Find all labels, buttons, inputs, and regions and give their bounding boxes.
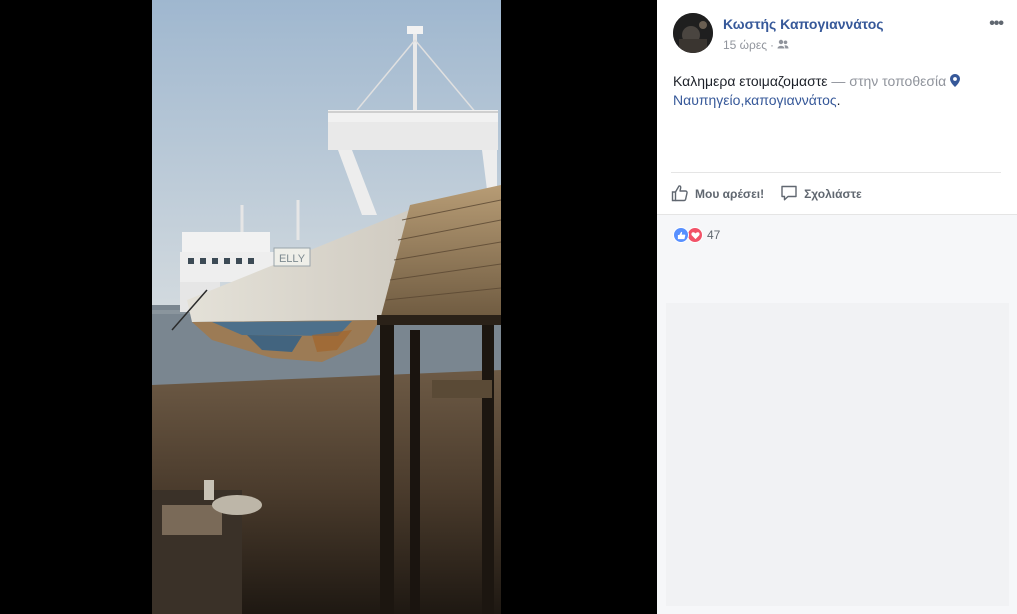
reactions-summary[interactable]: 47 bbox=[673, 227, 720, 243]
comment-button[interactable]: Σχολιάστε bbox=[780, 184, 862, 205]
comment-label: Σχολιάστε bbox=[804, 187, 862, 201]
hull-name-text: ELLY bbox=[279, 253, 306, 265]
avatar[interactable] bbox=[673, 13, 713, 53]
location-suffix: . bbox=[836, 92, 841, 108]
like-reaction-icon bbox=[673, 227, 689, 243]
map-pin-icon bbox=[950, 73, 961, 89]
avatar-image bbox=[673, 13, 713, 53]
more-options-icon[interactable]: ••• bbox=[989, 15, 1004, 33]
meta-separator: · bbox=[770, 38, 775, 52]
reaction-count: 47 bbox=[707, 228, 721, 242]
post-photo[interactable]: ELLY bbox=[152, 0, 501, 614]
ship-photo-illustration: ELLY bbox=[152, 0, 501, 614]
like-label: Μου αρέσει! bbox=[695, 187, 765, 201]
thumbs-up-icon bbox=[671, 184, 689, 205]
comments-area bbox=[666, 303, 1009, 606]
love-reaction-icon bbox=[687, 227, 703, 243]
location-link[interactable]: Ναυπηγείο,καπογιαννάτος bbox=[673, 92, 837, 108]
post-meta: 15 ώρες · bbox=[723, 38, 789, 52]
post-header: Κωστής Καπογιαννάτος 15 ώρες · ••• bbox=[673, 13, 1005, 57]
post-text: Καλημερα ετοιμαζομαστε — στην τοποθεσία … bbox=[673, 72, 998, 110]
author-name[interactable]: Κωστής Καπογιαννάτος bbox=[723, 16, 884, 32]
post-actions: Μου αρέσει! Σχολιάστε bbox=[671, 182, 862, 206]
photo-viewer-stage: ELLY bbox=[0, 0, 657, 614]
like-button[interactable]: Μου αρέσει! bbox=[671, 184, 764, 205]
post-sidebar: Κωστής Καπογιαννάτος 15 ώρες · ••• Καλημ… bbox=[657, 0, 1017, 614]
post-message: Καλημερα ετοιμαζομαστε bbox=[673, 73, 828, 89]
comment-icon bbox=[780, 184, 798, 205]
feedback-section: 47 bbox=[657, 214, 1017, 614]
actions-divider bbox=[671, 172, 1001, 173]
post-time[interactable]: 15 ώρες bbox=[723, 38, 767, 52]
location-prefix: — στην τοποθεσία bbox=[831, 73, 947, 89]
friends-icon[interactable] bbox=[777, 38, 789, 52]
